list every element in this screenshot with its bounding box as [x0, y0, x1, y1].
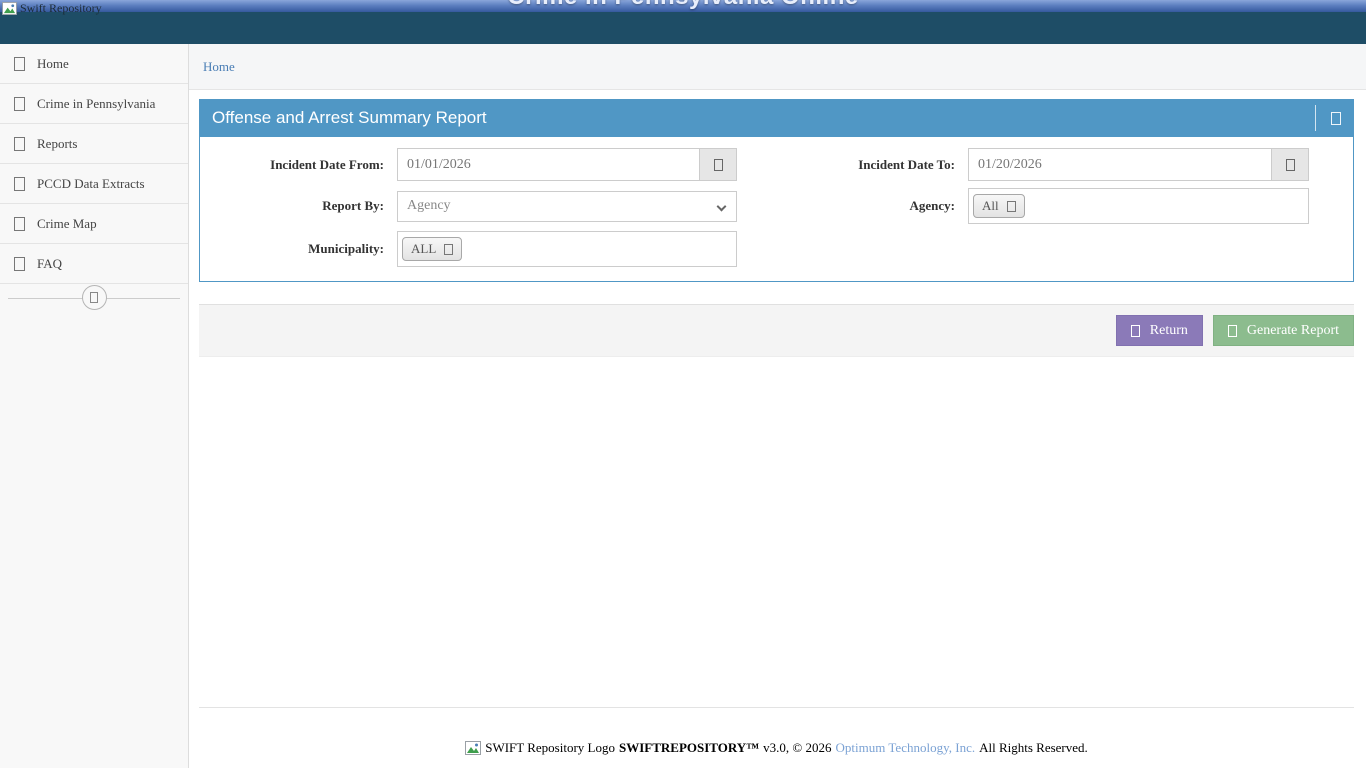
- report-by-select[interactable]: Agency: [397, 191, 737, 222]
- sidebar-collapse-row: [0, 284, 188, 311]
- sidebar-item-reports[interactable]: Reports: [0, 124, 188, 164]
- incident-date-to-label: Incident Date To:: [750, 157, 955, 173]
- broken-image-icon: [465, 741, 481, 755]
- report-panel: Offense and Arrest Summary Report Incide…: [199, 99, 1354, 282]
- footer-version: v3.0, © 2026: [763, 740, 831, 756]
- generate-report-button-label: Generate Report: [1247, 323, 1339, 339]
- header-divider: [1315, 105, 1316, 131]
- sidebar-item-label: Home: [37, 56, 69, 72]
- incident-date-to-group: [968, 148, 1309, 181]
- agency-tag-label: All: [982, 198, 999, 214]
- footer-brand: SWIFTREPOSITORY™: [619, 740, 759, 756]
- sidebar-item-label: Crime Map: [37, 216, 97, 232]
- sidebar-item-home[interactable]: Home: [0, 44, 188, 84]
- content: Offense and Arrest Summary Report Incide…: [189, 90, 1366, 756]
- return-button[interactable]: Return: [1116, 315, 1203, 346]
- report-panel-header: Offense and Arrest Summary Report: [199, 99, 1354, 137]
- report-by-selected-value: Agency: [407, 198, 451, 214]
- incident-date-from-calendar-button[interactable]: [700, 148, 737, 181]
- calendar-icon: [714, 159, 723, 171]
- remove-tag-icon[interactable]: [1007, 201, 1016, 212]
- sidebar-item-label: Reports: [37, 136, 77, 152]
- breadcrumb: Home: [189, 44, 1366, 90]
- pccd-data-extracts-icon: [14, 177, 25, 191]
- sidebar-item-label: Crime in Pennsylvania: [37, 96, 155, 112]
- municipality-selected-tag[interactable]: ALL: [402, 237, 462, 261]
- report-panel-body: Incident Date From: Incident Date To:: [199, 137, 1354, 282]
- sidebar-item-crime-in-pennsylvania[interactable]: Crime in Pennsylvania: [0, 84, 188, 124]
- footer: SWIFT Repository Logo SWIFTREPOSITORY™ v…: [199, 708, 1354, 756]
- calendar-icon: [1286, 159, 1295, 171]
- sidebar-item-crime-map[interactable]: Crime Map: [0, 204, 188, 244]
- footer-rights: All Rights Reserved.: [979, 740, 1088, 756]
- chevron-down-icon: [717, 201, 727, 211]
- generate-report-icon: [1228, 325, 1237, 337]
- incident-date-from-group: [397, 148, 737, 181]
- agency-selected-tag[interactable]: All: [973, 194, 1025, 218]
- municipality-multiselect[interactable]: ALL: [397, 231, 737, 267]
- navbar: [0, 12, 1366, 44]
- company-link[interactable]: Optimum Technology, Inc.: [836, 740, 976, 756]
- site-logo-alt-text: Swift Repository: [20, 1, 102, 16]
- generate-report-button[interactable]: Generate Report: [1213, 315, 1354, 346]
- sidebar-collapse-button[interactable]: [82, 285, 107, 310]
- municipality-label: Municipality:: [208, 241, 384, 257]
- incident-date-from-input[interactable]: [397, 148, 700, 181]
- remove-tag-icon[interactable]: [444, 244, 453, 255]
- page-title: Crime in Pennsylvania Online: [0, 0, 1366, 11]
- incident-date-to-input[interactable]: [968, 148, 1272, 181]
- footer-logo-alt-text: SWIFT Repository Logo: [485, 740, 615, 756]
- sidebar-item-label: PCCD Data Extracts: [37, 176, 145, 192]
- broken-image-icon: [2, 2, 17, 15]
- agency-label: Agency:: [750, 198, 955, 214]
- main-area: Home Offense and Arrest Summary Report I…: [189, 44, 1366, 768]
- sidebar: Home Crime in Pennsylvania Reports PCCD …: [0, 44, 189, 768]
- report-by-label: Report By:: [208, 198, 384, 214]
- crime-map-icon: [14, 217, 25, 231]
- municipality-tag-label: ALL: [411, 241, 436, 257]
- site-logo[interactable]: Swift Repository: [2, 1, 102, 16]
- action-bar: Return Generate Report: [199, 304, 1354, 357]
- agency-multiselect[interactable]: All: [968, 188, 1309, 224]
- title-bar: Crime in Pennsylvania Online: [0, 0, 1366, 12]
- home-icon: [14, 57, 25, 71]
- return-icon: [1131, 325, 1140, 337]
- help-icon[interactable]: [1331, 112, 1341, 125]
- incident-date-to-calendar-button[interactable]: [1272, 148, 1309, 181]
- sidebar-item-faq[interactable]: FAQ: [0, 244, 188, 284]
- reports-icon: [14, 137, 25, 151]
- report-panel-title: Offense and Arrest Summary Report: [212, 108, 487, 128]
- sidebar-item-label: FAQ: [37, 256, 62, 272]
- crime-in-pennsylvania-icon: [14, 97, 25, 111]
- incident-date-from-label: Incident Date From:: [208, 157, 384, 173]
- breadcrumb-home-link[interactable]: Home: [203, 59, 235, 75]
- collapse-icon: [90, 292, 98, 303]
- faq-icon: [14, 257, 25, 271]
- return-button-label: Return: [1150, 323, 1188, 339]
- sidebar-item-pccd-data-extracts[interactable]: PCCD Data Extracts: [0, 164, 188, 204]
